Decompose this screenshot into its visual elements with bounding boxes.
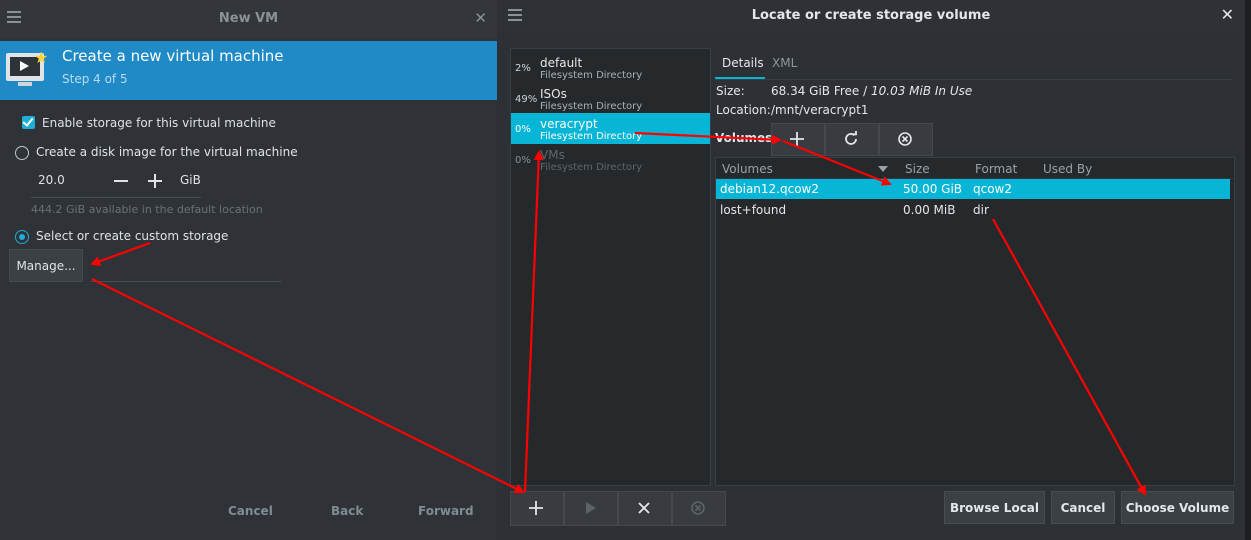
pool-name: veracrypt (540, 117, 598, 131)
enable-storage-label: Enable storage for this virtual machine (42, 116, 276, 130)
pool-type: Filesystem Directory (540, 131, 643, 142)
size-label: Size: (716, 84, 745, 98)
close-icon[interactable]: ✕ (474, 9, 487, 27)
size-free: 68.34 GiB Free (771, 84, 860, 98)
column-header-used-by[interactable]: Used By (1043, 162, 1092, 176)
add-pool-button[interactable] (510, 491, 564, 526)
wizard-banner: ★ Create a new virtual machine Step 4 of… (0, 41, 497, 100)
volume-size: 50.00 GiB (903, 182, 963, 196)
table-row[interactable]: lost+found 0.00 MiB dir (716, 200, 1230, 220)
column-header-size[interactable]: Size (905, 162, 930, 176)
pool-usage: 49% (515, 94, 538, 105)
close-icon[interactable]: ✕ (1221, 5, 1234, 24)
browse-local-button[interactable]: Browse Local (944, 491, 1045, 524)
background-desktop-edge (1245, 0, 1251, 540)
disk-unit: GiB (180, 173, 201, 187)
forward-button[interactable]: Forward (418, 504, 474, 518)
pool-name: default (540, 56, 583, 70)
size-value: 68.34 GiB Free / 10.03 MiB In Use (771, 84, 972, 98)
plus-icon (790, 132, 804, 146)
stop-pool-button[interactable] (618, 491, 672, 526)
decrease-icon[interactable] (114, 180, 128, 182)
create-disk-label: Create a disk image for the virtual mach… (36, 145, 298, 159)
sort-descending-icon[interactable] (878, 166, 888, 172)
increase-icon-vertical[interactable] (154, 174, 156, 188)
delete-pool-button[interactable] (672, 491, 726, 526)
new-vm-titlebar: New VM ✕ (0, 0, 497, 38)
tab-xml[interactable]: XML (772, 56, 797, 70)
size-separator: / (859, 84, 871, 98)
custom-storage-label: Select or create custom storage (36, 229, 229, 243)
available-space-text: 444.2 GiB available in the default locat… (31, 203, 263, 216)
dialog-title: Locate or create storage volume (751, 8, 991, 23)
storage-volume-dialog: Locate or create storage volume ✕ 2% def… (497, 0, 1245, 540)
location-label: Location: (716, 103, 771, 117)
cancel-button[interactable]: Cancel (228, 504, 273, 518)
star-icon: ★ (34, 48, 49, 67)
create-disk-radio[interactable] (15, 146, 29, 160)
pool-name: ISOs (540, 87, 567, 101)
cancel-button[interactable]: Cancel (1051, 491, 1115, 524)
disk-size-underline (31, 197, 201, 198)
start-pool-button[interactable] (564, 491, 618, 526)
delete-circle-icon (898, 132, 912, 146)
table-row[interactable]: debian12.qcow2 50.00 GiB qcow2 (716, 179, 1230, 199)
volumes-label: Volumes (715, 131, 773, 145)
pool-usage: 0% (515, 155, 531, 166)
custom-storage-path-field[interactable] (91, 281, 281, 282)
size-in-use: 10.03 MiB In Use (870, 84, 973, 98)
pool-type: Filesystem Directory (540, 70, 643, 81)
manage-button[interactable]: Manage... (9, 249, 83, 282)
pool-name: VMs (540, 148, 565, 162)
pool-type: Filesystem Directory (540, 101, 643, 112)
banner-title: Create a new virtual machine (62, 47, 284, 65)
choose-volume-button[interactable]: Choose Volume (1121, 491, 1234, 524)
create-volume-button[interactable] (771, 123, 825, 156)
window-title: New VM (218, 11, 279, 26)
tab-divider (715, 79, 1233, 80)
refresh-volumes-button[interactable] (825, 123, 879, 156)
pool-item-veracrypt[interactable]: 0% veracrypt Filesystem Directory (511, 113, 710, 144)
play-icon (586, 502, 596, 514)
volume-size: 0.00 MiB (903, 203, 956, 217)
volumes-table: Volumes Size Format Used By debian12.qco… (715, 157, 1235, 486)
storage-pool-list: 2% default Filesystem Directory 49% ISOs… (510, 48, 711, 486)
tab-details[interactable]: Details (722, 56, 764, 70)
pool-usage: 2% (515, 63, 531, 74)
disk-size-input[interactable]: 20.0 (38, 173, 65, 187)
dialog-titlebar: Locate or create storage volume ✕ (497, 0, 1245, 32)
pool-toolbar (510, 491, 726, 526)
refresh-icon (845, 131, 857, 145)
new-vm-window: New VM ✕ ★ Create a new virtual machine … (0, 0, 497, 540)
pool-item-isos[interactable]: 49% ISOs Filesystem Directory (511, 83, 710, 114)
pool-item-vms[interactable]: 0% VMs Filesystem Directory (511, 144, 710, 175)
column-header-format[interactable]: Format (975, 162, 1017, 176)
pool-item-default[interactable]: 2% default Filesystem Directory (511, 52, 710, 83)
plus-icon (529, 501, 543, 515)
volume-format: dir (973, 203, 989, 217)
volume-format: qcow2 (973, 182, 1013, 196)
delete-circle-icon (691, 501, 705, 515)
pool-usage: 0% (515, 124, 531, 135)
back-button[interactable]: Back (331, 504, 363, 518)
enable-storage-checkbox[interactable] (22, 116, 35, 129)
volume-name: debian12.qcow2 (720, 182, 819, 196)
location-value: /mnt/veracrypt1 (771, 103, 869, 117)
x-icon (638, 502, 650, 514)
pool-type: Filesystem Directory (540, 162, 643, 173)
custom-storage-radio[interactable] (15, 230, 29, 244)
column-header-volumes[interactable]: Volumes (722, 162, 773, 176)
delete-volume-button[interactable] (879, 123, 933, 156)
volume-name: lost+found (720, 203, 787, 217)
banner-step: Step 4 of 5 (62, 72, 128, 86)
